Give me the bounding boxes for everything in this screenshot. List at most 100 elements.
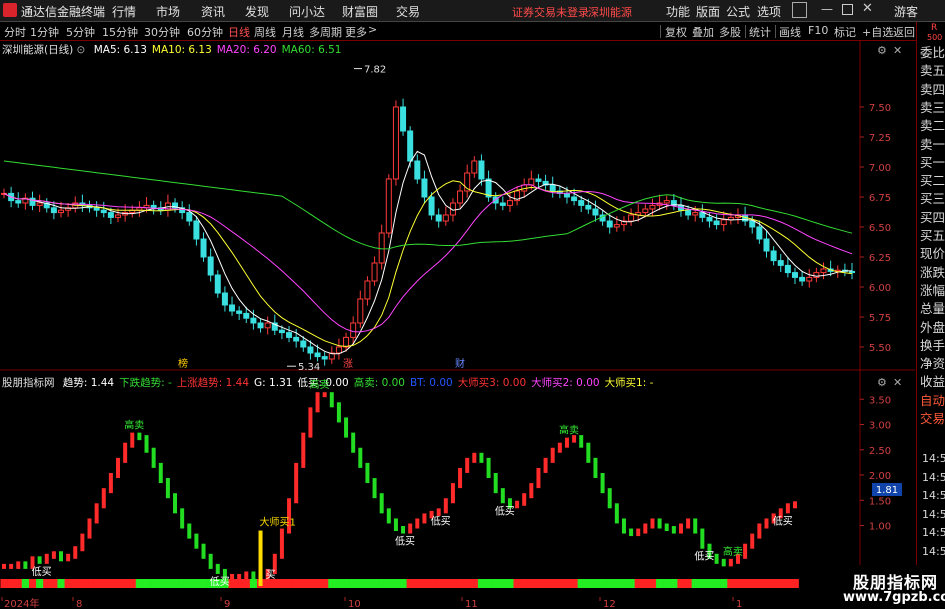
- uptrend-bar: [443, 498, 448, 514]
- trend-strip-cell: [584, 579, 593, 588]
- quote-label: 买五: [920, 228, 945, 243]
- trend-strip-cell: [370, 579, 379, 588]
- candle-body: [371, 262, 378, 282]
- candle-body: [250, 317, 257, 324]
- statistics-button[interactable]: 统计: [749, 24, 771, 40]
- downtrend-bar: [187, 523, 192, 539]
- candle-body: [435, 214, 442, 222]
- uptrend-bar: [308, 407, 313, 438]
- account-icon[interactable]: [792, 2, 807, 18]
- downtrend-bar: [614, 503, 619, 524]
- trend-strip-cell: [770, 579, 778, 588]
- trend-strip-cell: [299, 579, 308, 588]
- trend-strip-cell: [378, 579, 386, 588]
- trend-strip-cell: [199, 579, 208, 588]
- buy-signal-label: 低买: [773, 514, 793, 527]
- uptrend-bar: [2, 563, 6, 569]
- candle-body: [400, 106, 407, 132]
- candle-body: [36, 202, 43, 206]
- tab-fenshi[interactable]: 分时: [4, 24, 26, 40]
- tab-daily[interactable]: 日线: [228, 24, 250, 40]
- quote-label: 换手: [920, 337, 945, 353]
- downtrend-bar: [500, 488, 505, 504]
- fuquan-button[interactable]: 复权: [665, 24, 687, 40]
- indicator-tick-label: 3.50: [869, 395, 891, 406]
- quote-label: 涨跌: [920, 264, 945, 280]
- indicator-chart[interactable]: 3.503.002.502.001.501.00高卖高卖高卖高卖低买低买低买低买…: [0, 371, 915, 609]
- menu-banmian[interactable]: 版面: [696, 3, 720, 20]
- toolbar-divider: [775, 25, 776, 38]
- candle-body: [314, 352, 321, 358]
- candle-body: [585, 204, 592, 210]
- maximize-icon[interactable]: [842, 4, 853, 15]
- menu-gongshi[interactable]: 公式: [726, 3, 750, 20]
- add-watchlist-button[interactable]: +自选: [862, 24, 893, 40]
- menu-zixun[interactable]: 资讯: [201, 3, 225, 20]
- tab-5min[interactable]: 5分钟: [66, 24, 95, 40]
- trend-strip-cell: [363, 579, 372, 588]
- tab-60min[interactable]: 60分钟: [187, 24, 223, 40]
- close-icon[interactable]: ✕: [862, 1, 873, 16]
- mark-button[interactable]: 标记: [834, 24, 856, 40]
- tab-15min[interactable]: 15分钟: [102, 24, 138, 40]
- more-chevron-icon[interactable]: >: [368, 23, 377, 36]
- menu-caifuquan[interactable]: 财富圈: [342, 3, 378, 20]
- uptrend-bar: [130, 432, 135, 448]
- menu-xuanxiang[interactable]: 选项: [757, 3, 781, 20]
- back-button[interactable]: 返回: [893, 24, 915, 40]
- candlestick-chart[interactable]: 7.50 7.25 7.00 6.75 6.50 6.25 6.00 5.75 5.50 7.82…: [0, 41, 915, 371]
- trend-strip-cell: [670, 579, 678, 588]
- draw-line-button[interactable]: 画线: [779, 24, 801, 40]
- menu-jiaoyi[interactable]: 交易: [396, 3, 420, 20]
- trend-strip-cell: [492, 579, 500, 588]
- uptrend-bar: [743, 543, 748, 559]
- menu-wenxiaoda[interactable]: 问小达: [289, 3, 325, 20]
- tab-multi-period[interactable]: 多周期: [309, 24, 342, 40]
- candle-body: [229, 304, 236, 312]
- menu-faxian[interactable]: 发现: [245, 3, 269, 20]
- high-price-label: 7.82: [364, 65, 386, 76]
- trend-strip-cell: [142, 579, 151, 588]
- candle-body: [563, 192, 570, 198]
- x-axis-label: 8: [76, 599, 82, 609]
- candle-body: [58, 209, 65, 214]
- candle-body: [335, 346, 342, 354]
- trade-time: 14:56: [922, 507, 945, 521]
- master-buy-label: 大师买1: [260, 516, 296, 529]
- trend-strip-cell: [85, 579, 94, 588]
- trend-strip-cell: [542, 579, 550, 588]
- trend-strip-cell: [93, 579, 101, 588]
- tab-monthly[interactable]: 月线: [282, 24, 304, 40]
- trend-strip-cell: [470, 579, 479, 588]
- event-mark: 榜: [178, 357, 188, 370]
- period-toolbar: 分时 1分钟 5分钟 15分钟 30分钟 60分钟 日线 周线 月线 多周期 更…: [0, 22, 945, 41]
- menu-hangqing[interactable]: 行情: [112, 3, 136, 20]
- minimize-icon[interactable]: —: [821, 2, 833, 16]
- tab-more[interactable]: 更多: [345, 24, 367, 40]
- downtrend-bar: [158, 462, 163, 484]
- downtrend-bar: [208, 553, 213, 569]
- low-price-label: 5.34: [298, 362, 320, 371]
- overlay-button[interactable]: 叠加: [692, 24, 714, 40]
- trend-strip-cell: [356, 579, 365, 588]
- price-tick-label: 6.75: [869, 193, 891, 204]
- downtrend-bar: [144, 435, 149, 453]
- tab-30min[interactable]: 30分钟: [144, 24, 180, 40]
- trend-strip-cell: [663, 579, 671, 588]
- trend-strip-cell: [57, 579, 65, 588]
- trend-strip-cell: [606, 579, 614, 588]
- menu-gongneng[interactable]: 功能: [666, 3, 690, 20]
- login-status[interactable]: 证券交易未登录: [512, 4, 589, 20]
- menu-shichang[interactable]: 市场: [156, 3, 180, 20]
- candle-body: [756, 226, 763, 240]
- candle-body: [378, 232, 385, 264]
- downtrend-bar: [37, 556, 42, 564]
- multi-stock-button[interactable]: 多股: [719, 24, 741, 40]
- tab-weekly[interactable]: 周线: [254, 24, 276, 40]
- candle-body: [549, 184, 556, 192]
- f10-button[interactable]: F10: [808, 24, 828, 37]
- quote-label: 交易: [920, 411, 945, 426]
- guest-label[interactable]: 游客: [894, 3, 918, 20]
- tab-1min[interactable]: 1分钟: [30, 24, 59, 40]
- quote-label: 净资: [920, 356, 945, 372]
